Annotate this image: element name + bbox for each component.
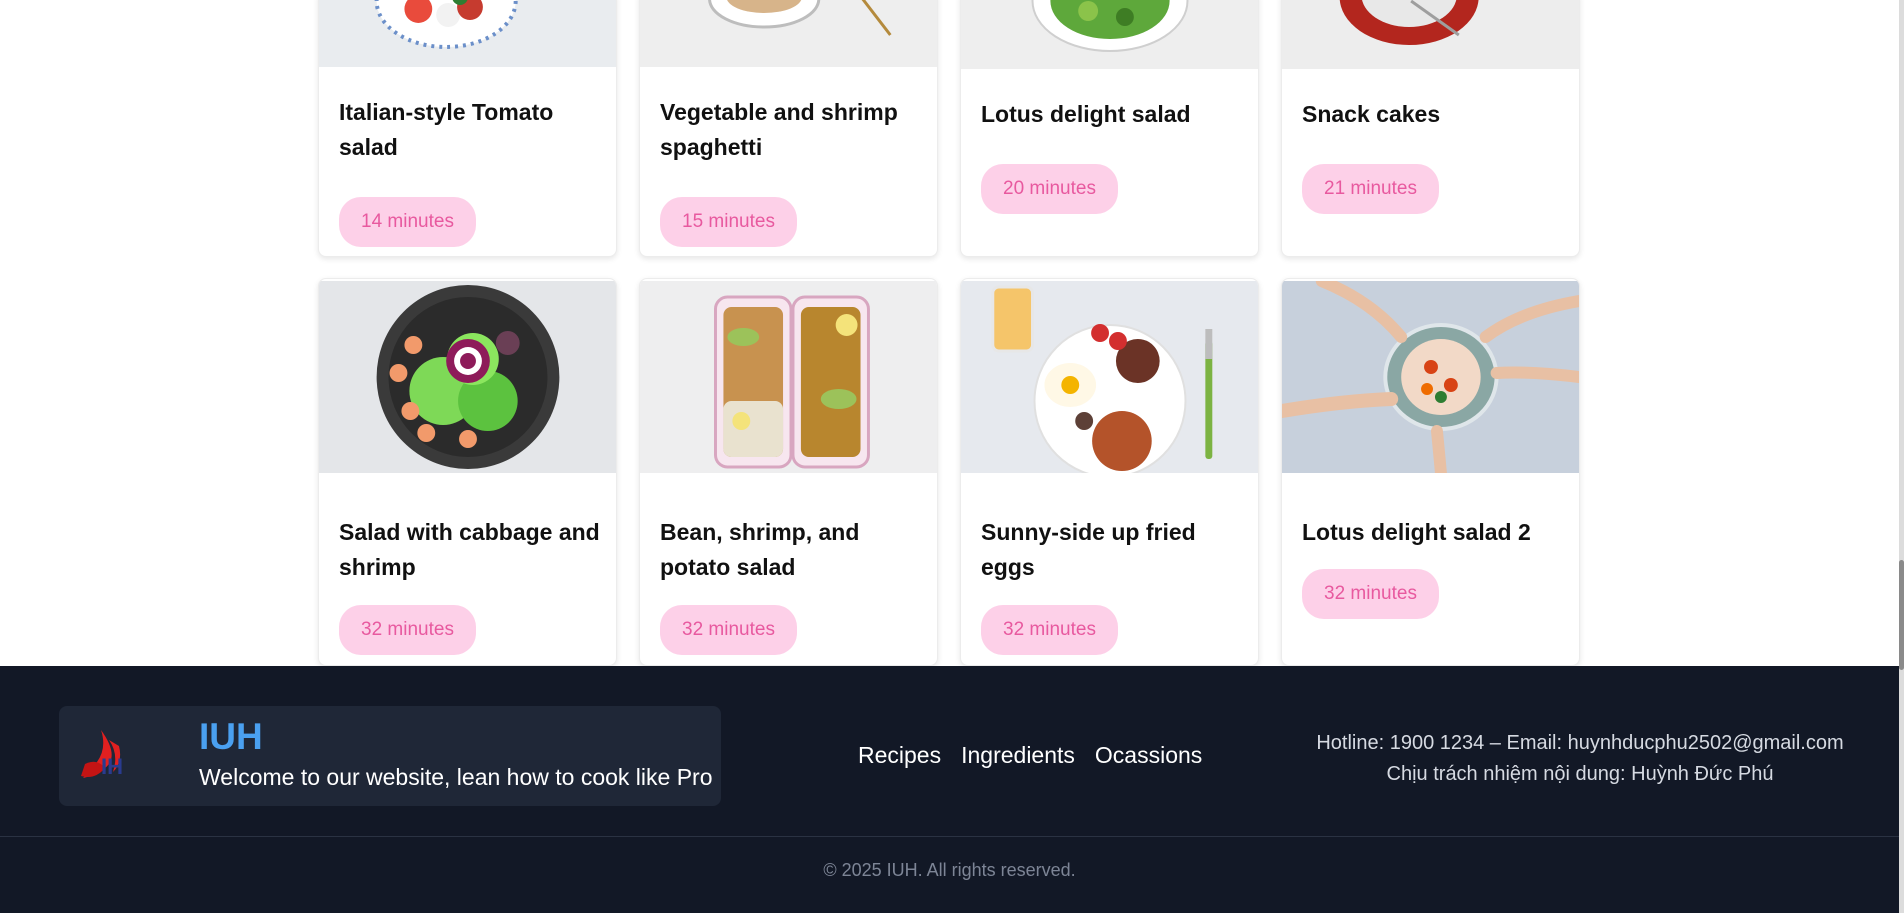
recipe-image[interactable] [1282,0,1579,69]
content-responsibility: Chịu trách nhiệm nội dung: Huỳnh Đức Phú [1386,763,1774,785]
footer-link-ocassions[interactable]: Ocassions [1095,742,1202,769]
recipe-title[interactable]: Vegetable and shrimp spaghetti [660,95,922,165]
recipe-card[interactable]: Vegetable and shrimp spaghetti 15 minute… [639,0,938,257]
cook-time-badge: 21 minutes [1302,164,1439,214]
recipe-title[interactable]: Salad with cabbage and shrimp [339,515,601,585]
cook-time-badge: 32 minutes [1302,569,1439,619]
recipe-title[interactable]: Bean, shrimp, and potato salad [660,515,922,585]
footer-nav: Recipes Ingredients Ocassions [858,742,1202,769]
recipe-card[interactable]: Snack cakes 21 minutes [1281,0,1580,257]
cook-time-badge: 20 minutes [981,164,1118,214]
recipe-title[interactable]: Snack cakes [1302,97,1564,132]
recipe-title[interactable]: Lotus delight salad 2 [1302,515,1564,550]
recipe-image[interactable] [961,0,1258,69]
page: Italian-style Tomato salad 14 minutes Ve… [0,0,1904,913]
recipe-card[interactable]: Salad with cabbage and shrimp 32 minutes [318,278,617,666]
contact-hotline-email: Hotline: 1900 1234 – Email: huynhducphu2… [1316,732,1844,754]
recipe-card[interactable]: Lotus delight salad 2 32 minutes [1281,278,1580,666]
recipe-image[interactable] [640,0,937,67]
brand-name[interactable]: IUH [199,716,263,758]
contact-info: Hotline: 1900 1234 – Email: huynhducphu2… [1290,728,1870,790]
cook-time-badge: 15 minutes [660,197,797,247]
scrollbar-thumb[interactable] [1899,560,1904,670]
cook-time-badge: 14 minutes [339,197,476,247]
recipe-card[interactable]: Bean, shrimp, and potato salad 32 minute… [639,278,938,666]
recipe-card[interactable]: Sunny-side up fried eggs 32 minutes [960,278,1259,666]
recipe-image[interactable] [640,281,937,473]
footer-divider [0,836,1899,837]
recipe-title[interactable]: Sunny-side up fried eggs [981,515,1243,585]
brand-tagline: Welcome to our website, lean how to cook… [199,764,713,790]
recipe-image[interactable] [319,0,616,67]
brand-box: IH IUH Welcome to our website, lean how … [59,706,721,806]
recipe-title[interactable]: Italian-style Tomato salad [339,95,601,165]
footer-link-ingredients[interactable]: Ingredients [961,742,1075,769]
recipe-card[interactable]: Italian-style Tomato salad 14 minutes [318,0,617,257]
copyright-text: © 2025 IUH. All rights reserved. [823,860,1076,880]
recipe-image[interactable] [319,281,616,473]
cook-time-badge: 32 minutes [660,605,797,655]
recipe-image[interactable] [1282,281,1579,473]
site-footer: IH IUH Welcome to our website, lean how … [0,666,1899,913]
scrollbar[interactable] [1899,0,1904,913]
recipe-card[interactable]: Lotus delight salad 20 minutes [960,0,1259,257]
iuh-logo-icon[interactable]: IH [79,728,187,786]
cook-time-badge: 32 minutes [339,605,476,655]
cook-time-badge: 32 minutes [981,605,1118,655]
recipe-title[interactable]: Lotus delight salad [981,97,1243,132]
footer-link-recipes[interactable]: Recipes [858,742,941,769]
recipe-image[interactable] [961,281,1258,473]
svg-text:IH: IH [101,754,123,779]
